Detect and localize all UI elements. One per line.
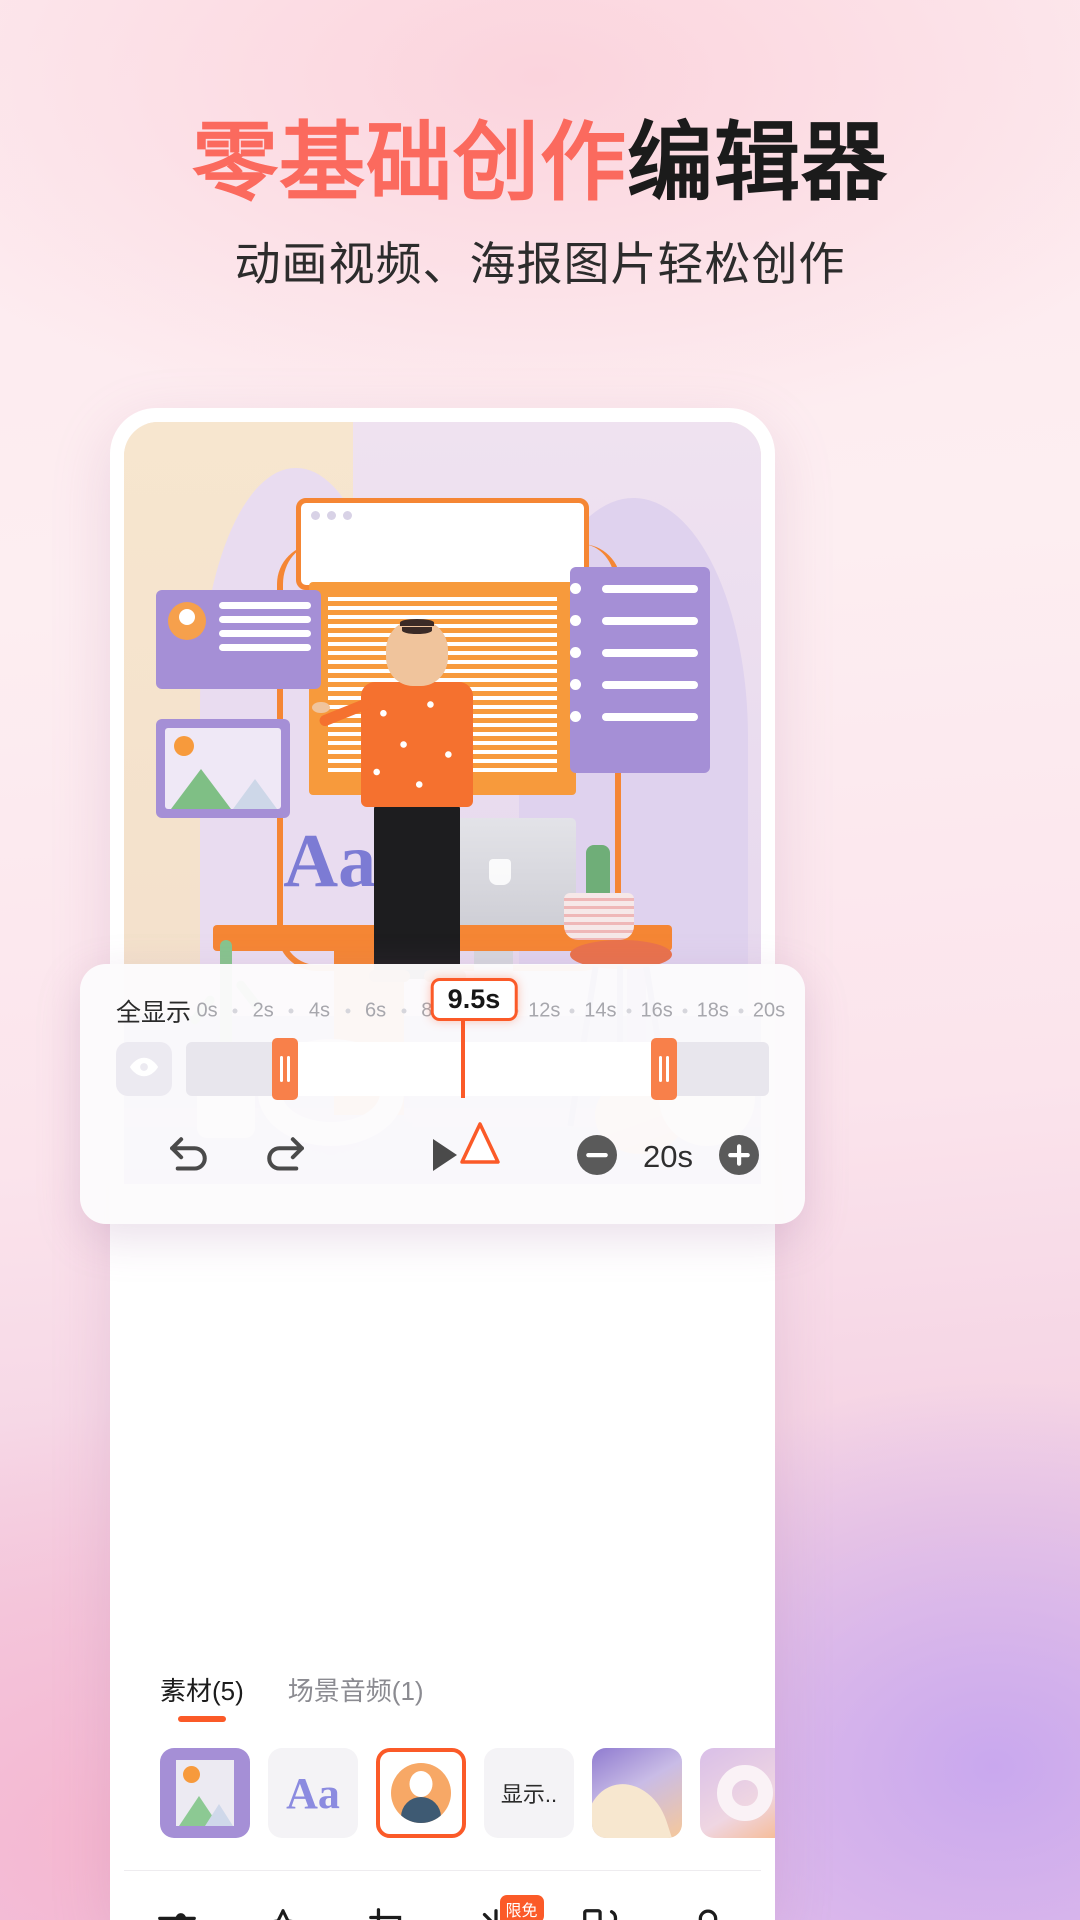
cutout-free-badge: 限免	[499, 1895, 544, 1920]
tab-materials[interactable]: 素材(5)	[160, 1671, 244, 1722]
tool-lock[interactable]: 锁定	[660, 1905, 756, 1920]
timeline-clip[interactable]	[285, 1042, 665, 1096]
hero-section: 零基础创作编辑器 动画视频、海报图片轻松创作	[0, 118, 1080, 294]
display-thumbnail-label: 显示..	[500, 1782, 558, 1807]
timeline-ruler-row: 全显示 0s2s4s6s8s10s12s14s16s18s20s9.5s	[116, 978, 785, 1029]
text-thumbnail-label: Aa	[286, 1768, 340, 1818]
duration-stepper: 20s	[573, 1131, 763, 1184]
tab-scene-audio[interactable]: 场景音频(1)	[288, 1671, 424, 1722]
ruler-minor-tick	[626, 1008, 631, 1014]
plus-circle-icon	[715, 1131, 763, 1184]
headline-dark-text: 编辑器	[627, 115, 888, 211]
ruler-minor-tick	[345, 1008, 350, 1014]
material-thumbnail-list: Aa 显示..	[124, 1748, 775, 1838]
ruler-tick-4s: 4s	[308, 999, 330, 1022]
all-show-label[interactable]: 全显示	[116, 993, 191, 1029]
editor-toolbar: 样式 动画 裁剪	[124, 1870, 761, 1920]
ruler-tick-6s: 6s	[365, 999, 387, 1022]
canvas-image-card	[155, 719, 290, 819]
panel-tabs: 素材(5) 场景音频(1)	[124, 1671, 761, 1722]
avatar-thumbnail[interactable]	[376, 1748, 466, 1838]
undo-button[interactable]	[162, 1128, 216, 1187]
eye-icon	[129, 1052, 159, 1087]
trim-handle-left[interactable]	[272, 1038, 299, 1100]
tool-style[interactable]: 样式	[129, 1905, 225, 1920]
ruler-minor-tick	[738, 1008, 744, 1014]
increase-duration-button[interactable]	[715, 1131, 763, 1184]
lock-icon	[685, 1905, 731, 1920]
ruler-minor-tick	[682, 1008, 688, 1014]
ruler-tick-0s: 0s	[196, 999, 218, 1022]
ruler-minor-tick	[569, 1008, 575, 1014]
playhead[interactable]	[460, 1020, 465, 1098]
ruler-minor-tick	[288, 1008, 294, 1014]
page-title: 零基础创作编辑器	[0, 118, 1080, 208]
image-thumbnail[interactable]	[160, 1748, 250, 1838]
canvas-character	[311, 618, 480, 986]
minus-circle-icon	[573, 1131, 621, 1184]
canvas-list-card	[569, 566, 711, 773]
canvas-profile-card	[155, 589, 322, 689]
playhead-time-badge[interactable]: 9.5s	[430, 978, 518, 1021]
star-sparkle-icon	[260, 1905, 306, 1920]
ruler-tick-2s: 2s	[252, 999, 274, 1022]
timeline-ruler[interactable]: 0s2s4s6s8s10s12s14s16s18s20s9.5s	[196, 978, 785, 1028]
page-subtitle: 动画视频、海报图片轻松创作	[234, 238, 846, 291]
headline-accent-text: 零基础创作	[192, 115, 627, 211]
timeline-track[interactable]	[186, 1020, 769, 1164]
sliders-icon	[154, 1905, 200, 1920]
display-thumbnail[interactable]: 显示..	[484, 1748, 574, 1838]
shape-thumbnail[interactable]	[592, 1748, 682, 1838]
trim-handle-right[interactable]	[651, 1038, 678, 1100]
tool-crop[interactable]: 裁剪	[341, 1905, 437, 1920]
ruler-tick-18s: 18s	[696, 999, 729, 1022]
visibility-toggle[interactable]	[116, 1042, 172, 1096]
ruler-minor-tick	[232, 1008, 238, 1014]
redo-icon	[258, 1128, 312, 1187]
timeline-panel: 全显示 0s2s4s6s8s10s12s14s16s18s20s9.5s	[80, 964, 805, 1224]
text-thumbnail[interactable]: Aa	[268, 1748, 358, 1838]
timeline-track-row	[116, 1020, 769, 1164]
crop-icon	[366, 1905, 412, 1920]
replace-icon	[579, 1905, 625, 1920]
canvas-cactus	[563, 845, 634, 941]
torus-thumbnail[interactable]	[700, 1748, 775, 1838]
undo-icon	[162, 1128, 216, 1187]
duration-value: 20s	[643, 1139, 693, 1174]
canvas-window-element	[295, 498, 589, 590]
redo-button[interactable]	[258, 1128, 312, 1187]
ruler-tick-16s: 16s	[640, 999, 673, 1022]
playhead-needle[interactable]	[440, 1092, 500, 1164]
tool-animation[interactable]: 动画	[235, 1905, 331, 1920]
tool-cutout[interactable]: 限免 抠图	[448, 1895, 544, 1920]
tool-replace[interactable]: 替换	[554, 1905, 650, 1920]
ruler-tick-20s: 20s	[752, 999, 786, 1022]
decrease-duration-button[interactable]	[573, 1131, 621, 1184]
ruler-tick-14s: 14s	[584, 999, 617, 1022]
ruler-tick-12s: 12s	[528, 999, 561, 1022]
playback-controls: 20s	[116, 1124, 769, 1190]
ruler-minor-tick	[401, 1008, 407, 1014]
